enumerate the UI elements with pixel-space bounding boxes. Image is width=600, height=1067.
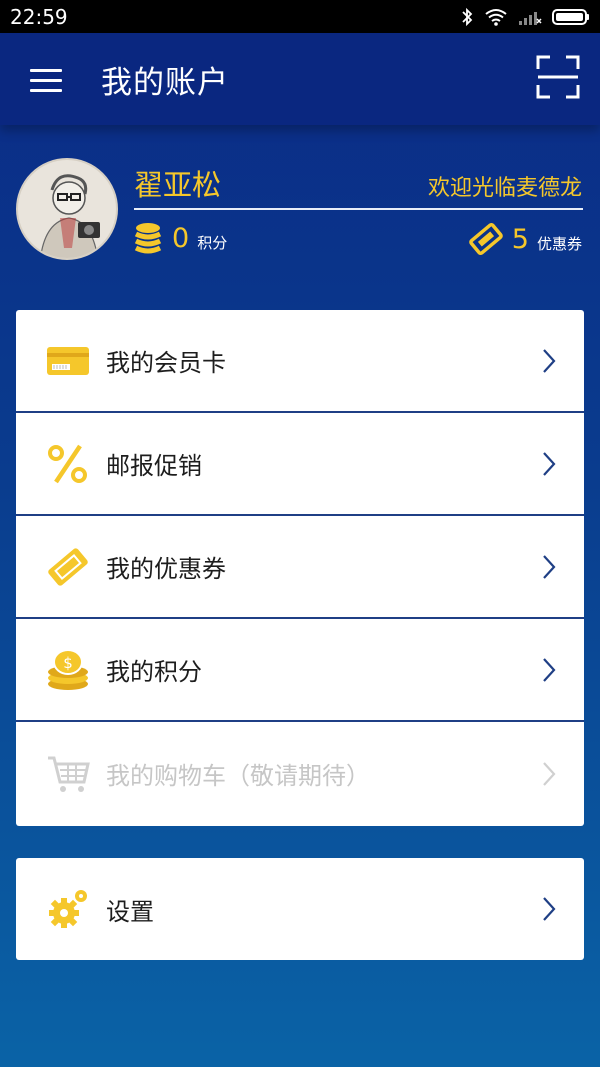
coupons-value: 5 bbox=[511, 223, 529, 255]
points-summary[interactable]: 0 积分 bbox=[134, 222, 227, 254]
member-card-icon bbox=[46, 339, 90, 383]
profile-divider bbox=[134, 208, 583, 210]
gear-icon bbox=[46, 887, 90, 931]
settings-label: 设置 bbox=[106, 897, 154, 926]
status-bar: 22:59 bbox=[0, 0, 600, 33]
menu-card: 我的会员卡 邮报促销 我的优惠券 $ 我的积分 我的购物车（敬请期待） bbox=[16, 310, 584, 826]
scan-frame-icon[interactable] bbox=[536, 55, 580, 99]
welcome-text: 欢迎光临麦德龙 bbox=[427, 176, 582, 201]
profile-section: 翟亚松 欢迎光临麦德龙 0 积分 5 优惠券 bbox=[0, 150, 600, 270]
menu-item-label: 我的优惠券 bbox=[106, 555, 226, 583]
coin-stack-small-icon bbox=[134, 223, 162, 254]
chevron-right-icon bbox=[543, 897, 556, 921]
menu-item-label: 我的积分 bbox=[106, 658, 202, 686]
percent-icon bbox=[46, 442, 90, 486]
hamburger-menu-icon[interactable] bbox=[30, 69, 64, 93]
battery-icon bbox=[552, 8, 589, 25]
svg-text:$: $ bbox=[63, 654, 73, 672]
menu-item-member-card[interactable]: 我的会员卡 bbox=[16, 310, 584, 413]
status-time: 22:59 bbox=[10, 4, 68, 29]
settings-card: 设置 bbox=[16, 858, 584, 960]
bluetooth-icon bbox=[462, 7, 473, 26]
menu-item-label: 我的会员卡 bbox=[106, 349, 226, 377]
status-icons bbox=[460, 7, 590, 27]
menu-item-promotions[interactable]: 邮报促销 bbox=[16, 413, 584, 516]
shopping-cart-icon bbox=[46, 752, 90, 796]
chevron-right-icon bbox=[543, 348, 556, 373]
menu-item-settings[interactable]: 设置 bbox=[16, 858, 584, 960]
wifi-icon bbox=[485, 8, 507, 26]
coin-stack-icon: $ bbox=[46, 648, 90, 692]
signal-icon bbox=[519, 11, 542, 25]
username: 翟亚松 bbox=[134, 168, 222, 202]
chevron-right-icon bbox=[543, 657, 556, 682]
app-bar: 我的账户 bbox=[0, 33, 600, 125]
menu-item-label: 邮报促销 bbox=[106, 452, 202, 480]
points-value: 0 bbox=[172, 222, 190, 254]
coupons-label: 优惠券 bbox=[536, 234, 582, 253]
coupons-summary[interactable]: 5 优惠券 bbox=[468, 222, 582, 256]
chevron-right-icon bbox=[543, 761, 556, 786]
coupon-small-icon bbox=[468, 222, 503, 256]
menu-item-label: 我的购物车（敬请期待） bbox=[106, 762, 370, 790]
avatar[interactable] bbox=[16, 158, 118, 260]
avatar-illustration bbox=[39, 174, 100, 258]
chevron-right-icon bbox=[543, 451, 556, 476]
menu-item-coupons[interactable]: 我的优惠券 bbox=[16, 516, 584, 619]
chevron-right-icon bbox=[543, 554, 556, 579]
menu-item-shopping-cart: 我的购物车（敬请期待） bbox=[16, 722, 584, 825]
coupon-ticket-icon bbox=[46, 545, 90, 589]
points-label: 积分 bbox=[197, 233, 228, 252]
page-title: 我的账户 bbox=[101, 65, 229, 101]
menu-item-points[interactable]: $ 我的积分 bbox=[16, 619, 584, 722]
